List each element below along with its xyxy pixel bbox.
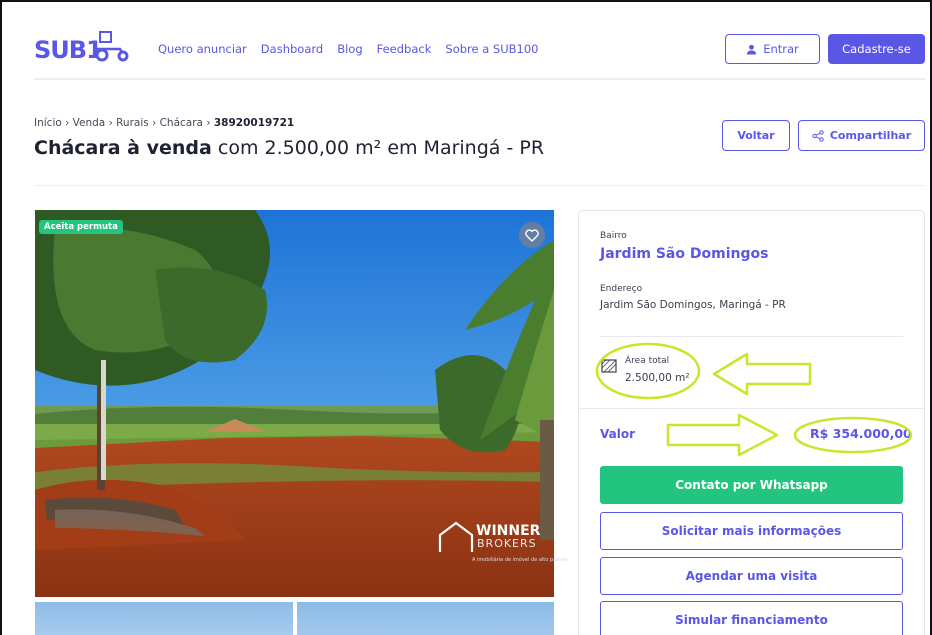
- endereco-label: Endereço: [600, 284, 643, 294]
- details-divider: [600, 336, 903, 337]
- page-title: Chácara à venda com 2.500,00 m² em Marin…: [34, 137, 544, 159]
- back-button[interactable]: Voltar: [722, 120, 790, 151]
- nav-dashboard[interactable]: Dashboard: [261, 42, 323, 56]
- page-title-bold: Chácara à venda: [34, 137, 212, 159]
- header-divider: [34, 78, 925, 80]
- share-button[interactable]: Compartilhar: [798, 120, 925, 151]
- price-divider: [579, 408, 924, 409]
- simulate-financing-button[interactable]: Simular financiamento: [600, 601, 903, 635]
- main-nav: Quero anunciar Dashboard Blog Feedback S…: [158, 42, 539, 56]
- whatsapp-button[interactable]: Contato por Whatsapp: [600, 466, 903, 504]
- breadcrumb-code: 38920019721: [213, 117, 295, 129]
- price-value: R$ 354.000,00: [810, 426, 912, 441]
- more-info-button[interactable]: Solicitar mais informações: [600, 512, 903, 550]
- nav-sobre[interactable]: Sobre a SUB100: [445, 42, 538, 56]
- page-title-rest: com 2.500,00 m² em Maringá - PR: [211, 137, 545, 159]
- favorite-button[interactable]: [519, 222, 545, 248]
- login-label: Entrar: [763, 42, 799, 56]
- area-value: 2.500,00 m²: [625, 372, 690, 384]
- breadcrumb-path[interactable]: Início › Venda › Rurais › Chácara ›: [34, 117, 214, 129]
- heart-icon: [525, 228, 539, 242]
- area-label: Área total: [625, 356, 670, 366]
- signup-button[interactable]: Cadastre-se: [828, 34, 925, 64]
- photo-thumbnail[interactable]: [35, 602, 293, 635]
- nav-feedback[interactable]: Feedback: [377, 42, 432, 56]
- area-icon: [601, 359, 617, 373]
- breadcrumb: Início › Venda › Rurais › Chácara › 3892…: [34, 117, 294, 129]
- title-divider: [34, 185, 925, 186]
- price-label: Valor: [600, 427, 636, 441]
- share-icon: [812, 129, 824, 142]
- bairro-label: Bairro: [600, 231, 627, 241]
- watermark-text: WINNER: [476, 523, 541, 539]
- watermark-tagline: A imobiliária de imóvel de alto padrão: [472, 557, 568, 563]
- page-frame: SUB1 Quero anunciar Dashboard Blog Feedb…: [0, 0, 932, 635]
- watermark-subtext: BROKERS: [477, 537, 537, 550]
- sub100-logo[interactable]: SUB1: [34, 33, 103, 64]
- login-button[interactable]: Entrar: [725, 34, 820, 64]
- share-label: Compartilhar: [829, 129, 912, 142]
- logo-text: SUB1: [34, 36, 103, 64]
- bairro-value: Jardim São Domingos: [600, 246, 769, 262]
- endereco-value: Jardim São Domingos, Maringá - PR: [600, 299, 786, 311]
- schedule-visit-button[interactable]: Agendar uma visita: [600, 557, 903, 595]
- nav-quero-anunciar[interactable]: Quero anunciar: [158, 42, 247, 56]
- accepts-exchange-badge: Aceita permuta: [39, 220, 123, 234]
- photo-thumbnail[interactable]: [297, 602, 554, 635]
- nav-blog[interactable]: Blog: [337, 42, 362, 56]
- user-icon: [747, 44, 757, 55]
